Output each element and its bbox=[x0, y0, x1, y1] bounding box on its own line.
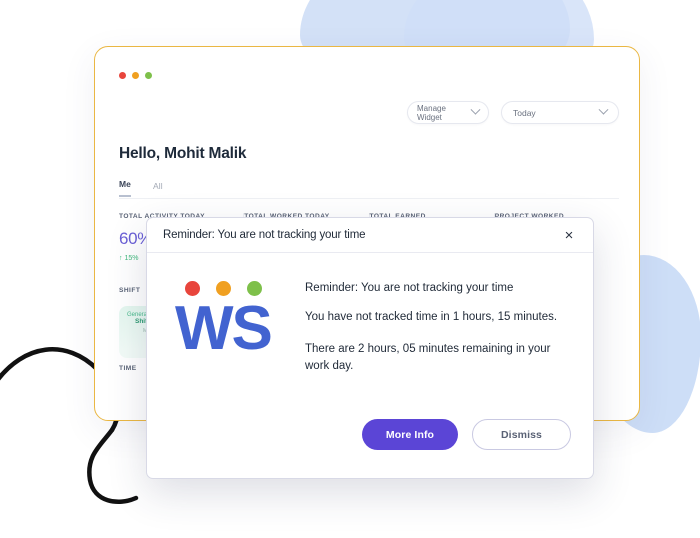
dialog-message: Reminder: You are not tracking your time… bbox=[305, 278, 571, 387]
tab-bar: Me All bbox=[119, 179, 163, 197]
brand-logo: WS bbox=[169, 278, 287, 387]
dialog-actions: More Info Dismiss bbox=[362, 419, 571, 450]
chevron-down-icon bbox=[598, 104, 609, 115]
time-widget-heading: TIME bbox=[119, 365, 137, 372]
close-icon[interactable]: × bbox=[559, 225, 579, 245]
more-info-button[interactable]: More Info bbox=[362, 419, 458, 450]
dialog-titlebar: Reminder: You are not tracking your time… bbox=[147, 218, 593, 253]
brand-wordmark: WS bbox=[175, 294, 273, 363]
dialog-message-line-1: Reminder: You are not tracking your time bbox=[305, 282, 514, 294]
dialog-message-line-3: There are 2 hours, 05 minutes remaining … bbox=[305, 343, 551, 373]
date-range-dropdown[interactable]: Today bbox=[501, 101, 619, 124]
manage-widget-label: Manage Widget bbox=[417, 103, 446, 122]
date-range-label: Today bbox=[513, 107, 536, 118]
chevron-down-icon bbox=[470, 104, 481, 115]
window-minimize-dot-icon[interactable] bbox=[132, 72, 139, 79]
dialog-title: Reminder: You are not tracking your time bbox=[163, 229, 366, 241]
dismiss-button[interactable]: Dismiss bbox=[472, 419, 571, 450]
time-widget: TIME bbox=[119, 365, 137, 372]
reminder-dialog: Reminder: You are not tracking your time… bbox=[146, 217, 594, 479]
dialog-body: WS Reminder: You are not tracking your t… bbox=[147, 253, 593, 387]
tab-all[interactable]: All bbox=[153, 181, 163, 197]
window-controls bbox=[119, 72, 152, 79]
manage-widget-dropdown[interactable]: Manage Widget bbox=[407, 101, 489, 124]
dialog-message-line-2: You have not tracked time in 1 hours, 15… bbox=[305, 310, 558, 323]
window-close-dot-icon[interactable] bbox=[119, 72, 126, 79]
tab-divider bbox=[119, 198, 619, 199]
tab-me[interactable]: Me bbox=[119, 179, 132, 197]
window-maximize-dot-icon[interactable] bbox=[145, 72, 152, 79]
header-controls: Manage Widget Today bbox=[407, 101, 619, 124]
page-title: Hello, Mohit Malik bbox=[119, 145, 247, 162]
